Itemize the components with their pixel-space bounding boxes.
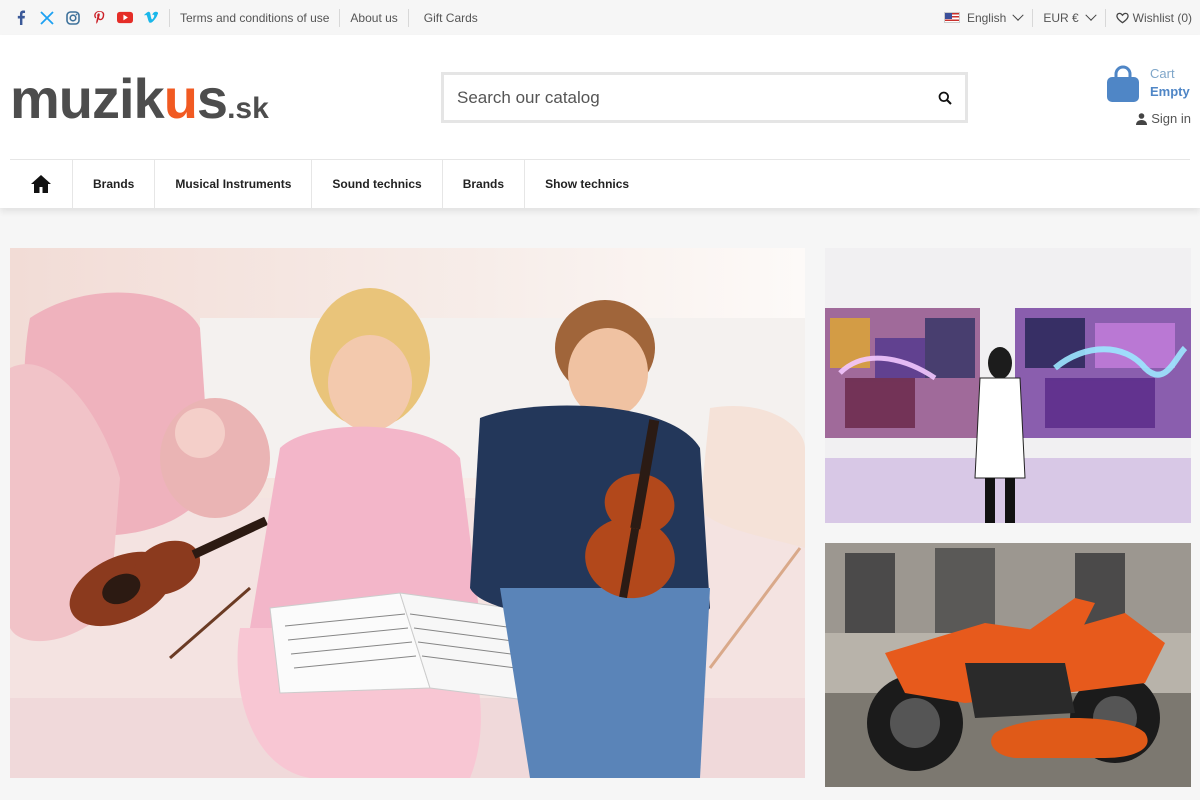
hero-banner-children-violin[interactable] [10,248,805,778]
nav-item-show-technics[interactable]: Show technics [525,160,649,208]
facebook-icon[interactable] [13,10,29,26]
chevron-down-icon [1012,9,1024,21]
shopping-bag-icon [1107,65,1139,102]
cart-label: Cart [1150,66,1175,81]
side-banner-neon-image [825,248,1191,523]
sign-in-link[interactable]: Sign in [1136,111,1191,126]
social-links [0,10,159,26]
gift-cards-link[interactable]: Gift Cards [424,11,478,25]
search-icon [938,91,952,105]
home-icon [31,175,51,193]
pinterest-icon[interactable] [91,10,107,26]
vimeo-icon[interactable] [143,10,159,26]
divider [1032,8,1034,27]
nav-item-brands[interactable]: Brands [73,160,156,208]
instagram-icon[interactable] [65,10,81,26]
x-twitter-icon[interactable] [39,10,55,26]
search-button[interactable] [925,78,965,118]
divider [407,8,409,27]
about-us-link[interactable]: About us [350,11,397,25]
nav-item-sound-technics[interactable]: Sound technics [312,160,443,208]
heart-icon [1115,12,1129,23]
nav-item-brands-2[interactable]: Brands [443,160,526,208]
home-button[interactable] [10,160,73,208]
divider [169,8,170,27]
hero-banner-image [10,248,805,778]
header: muzikus .sk Cart Empty Sign in Brands Mu… [0,35,1200,208]
wishlist-label: Wishlist (0) [1132,10,1192,25]
language-selector[interactable]: English [943,9,1024,25]
wishlist-link[interactable]: Wishlist (0) [1115,10,1192,25]
search-input[interactable] [457,87,925,108]
sign-in-label: Sign in [1151,111,1191,126]
cart-status: Empty [1150,84,1190,99]
nav-item-musical-instruments[interactable]: Musical Instruments [155,160,313,208]
user-icon [1136,112,1148,125]
site-logo[interactable]: muzikus .sk [10,71,269,127]
currency-selector[interactable]: EUR € [1043,9,1097,25]
cart-text: Cart Empty [1150,65,1190,101]
divider [339,8,341,27]
top-bar: Terms and conditions of use About us Gif… [0,0,1200,35]
youtube-icon[interactable] [117,10,133,26]
chevron-down-icon [1084,9,1097,21]
search-box [441,72,968,123]
side-banner-motorcycle[interactable] [825,543,1191,787]
logo-tld: .sk [227,92,269,125]
logo-text: muzikus [10,67,228,130]
cart-button[interactable]: Cart Empty [1106,65,1190,103]
side-banner-neon-art[interactable] [825,248,1191,523]
us-flag-icon [943,12,960,23]
main-nav: Brands Musical Instruments Sound technic… [10,160,649,208]
side-banner-motorcycle-image [825,543,1191,787]
top-right-tools: English EUR € Wishlist (0) [943,0,1192,35]
terms-link[interactable]: Terms and conditions of use [180,11,329,25]
language-label: English [966,10,1007,25]
currency-label: EUR € [1043,10,1079,25]
divider [1104,8,1106,27]
